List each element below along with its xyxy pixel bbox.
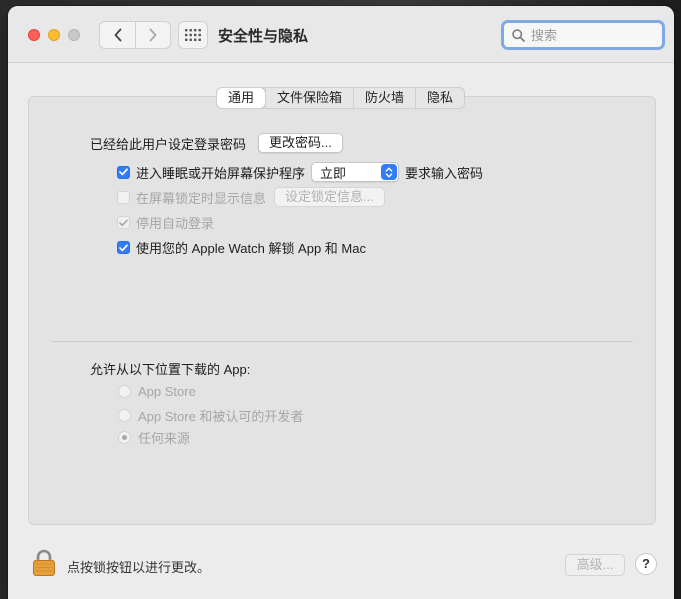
show-message-row: 在屏幕锁定时显示信息 设定锁定信息... (117, 187, 385, 207)
tab-privacy[interactable]: 隐私 (415, 88, 464, 108)
show-all-button[interactable] (178, 21, 208, 49)
download-option-label: App Store (138, 384, 196, 399)
download-option-label: 任何来源 (138, 431, 191, 446)
radio-button[interactable] (118, 385, 131, 398)
forward-chevron-icon (149, 28, 157, 42)
popup-arrows-icon (381, 164, 398, 180)
tab-bar: 通用 文件保险箱 防火墙 隐私 (216, 87, 466, 109)
radio-button[interactable] (118, 409, 131, 422)
section-divider (51, 341, 633, 342)
password-delay-value: 立即 (320, 165, 347, 181)
password-row: 已经给此用户设定登录密码 更改密码... (90, 133, 343, 153)
password-delay-popup[interactable]: 立即 (311, 162, 400, 182)
tab-general[interactable]: 通用 (217, 88, 266, 108)
apple-watch-checkbox[interactable] (117, 241, 130, 254)
change-password-button[interactable]: 更改密码... (258, 133, 343, 153)
disable-auto-login-label: 停用自动登录 (136, 216, 215, 231)
disable-auto-login-checkbox[interactable] (117, 216, 130, 229)
zoom-window-button[interactable] (68, 29, 80, 41)
minimize-window-button[interactable] (48, 29, 60, 41)
tab-firewall[interactable]: 防火墙 (353, 88, 415, 108)
show-message-label: 在屏幕锁定时显示信息 (136, 190, 267, 206)
lock-hint-text: 点按锁按钮以进行更改。 (67, 560, 211, 575)
require-password-row: 进入睡眠或开始屏幕保护程序 立即 要求输入密码 (117, 162, 483, 182)
checkmark-icon (119, 168, 128, 176)
downloads-heading-row: 允许从以下位置下载的 App: (90, 359, 250, 378)
close-window-button[interactable] (28, 29, 40, 41)
grid-icon (185, 29, 201, 41)
radio-button-selected[interactable] (118, 431, 131, 444)
titlebar: 安全性与隐私 (8, 6, 674, 63)
password-set-label: 已经给此用户设定登录密码 (90, 136, 247, 152)
general-pane (28, 96, 656, 525)
search-field[interactable] (501, 20, 665, 50)
lock-icon[interactable] (32, 549, 56, 580)
download-option-label: App Store 和被认可的开发者 (138, 409, 304, 424)
download-option-anywhere[interactable]: 任何来源 (118, 428, 190, 447)
show-message-checkbox[interactable] (117, 190, 130, 204)
search-icon (512, 28, 525, 42)
checkmark-icon (119, 243, 128, 251)
window-title: 安全性与隐私 (218, 28, 309, 45)
forward-button[interactable] (135, 22, 170, 48)
navigation-buttons (99, 21, 171, 49)
checkmark-icon (119, 219, 128, 226)
disable-auto-login-row: 停用自动登录 (117, 213, 214, 232)
tab-filevault[interactable]: 文件保险箱 (265, 88, 353, 108)
download-option-app-store[interactable]: App Store (118, 384, 196, 399)
require-password-checkbox[interactable] (117, 165, 130, 179)
help-button[interactable]: ? (635, 553, 657, 575)
require-password-suffix: 要求输入密码 (405, 165, 484, 181)
set-lock-message-button[interactable]: 设定锁定信息... (274, 187, 385, 207)
preferences-window: 安全性与隐私 通用 文件保险箱 防火墙 隐私 已经给此用户设定登录密码 更改密码… (8, 6, 674, 599)
advanced-button[interactable]: 高级... (565, 554, 625, 576)
back-chevron-icon (114, 28, 121, 42)
apple-watch-row: 使用您的 Apple Watch 解锁 App 和 Mac (117, 238, 366, 257)
download-option-identified[interactable]: App Store 和被认可的开发者 (118, 406, 303, 425)
apple-watch-label: 使用您的 Apple Watch 解锁 App 和 Mac (136, 241, 366, 256)
require-password-prefix: 进入睡眠或开始屏幕保护程序 (136, 165, 306, 181)
search-input[interactable] (531, 27, 651, 43)
downloads-heading: 允许从以下位置下载的 App: (90, 362, 251, 377)
back-button[interactable] (100, 22, 135, 48)
